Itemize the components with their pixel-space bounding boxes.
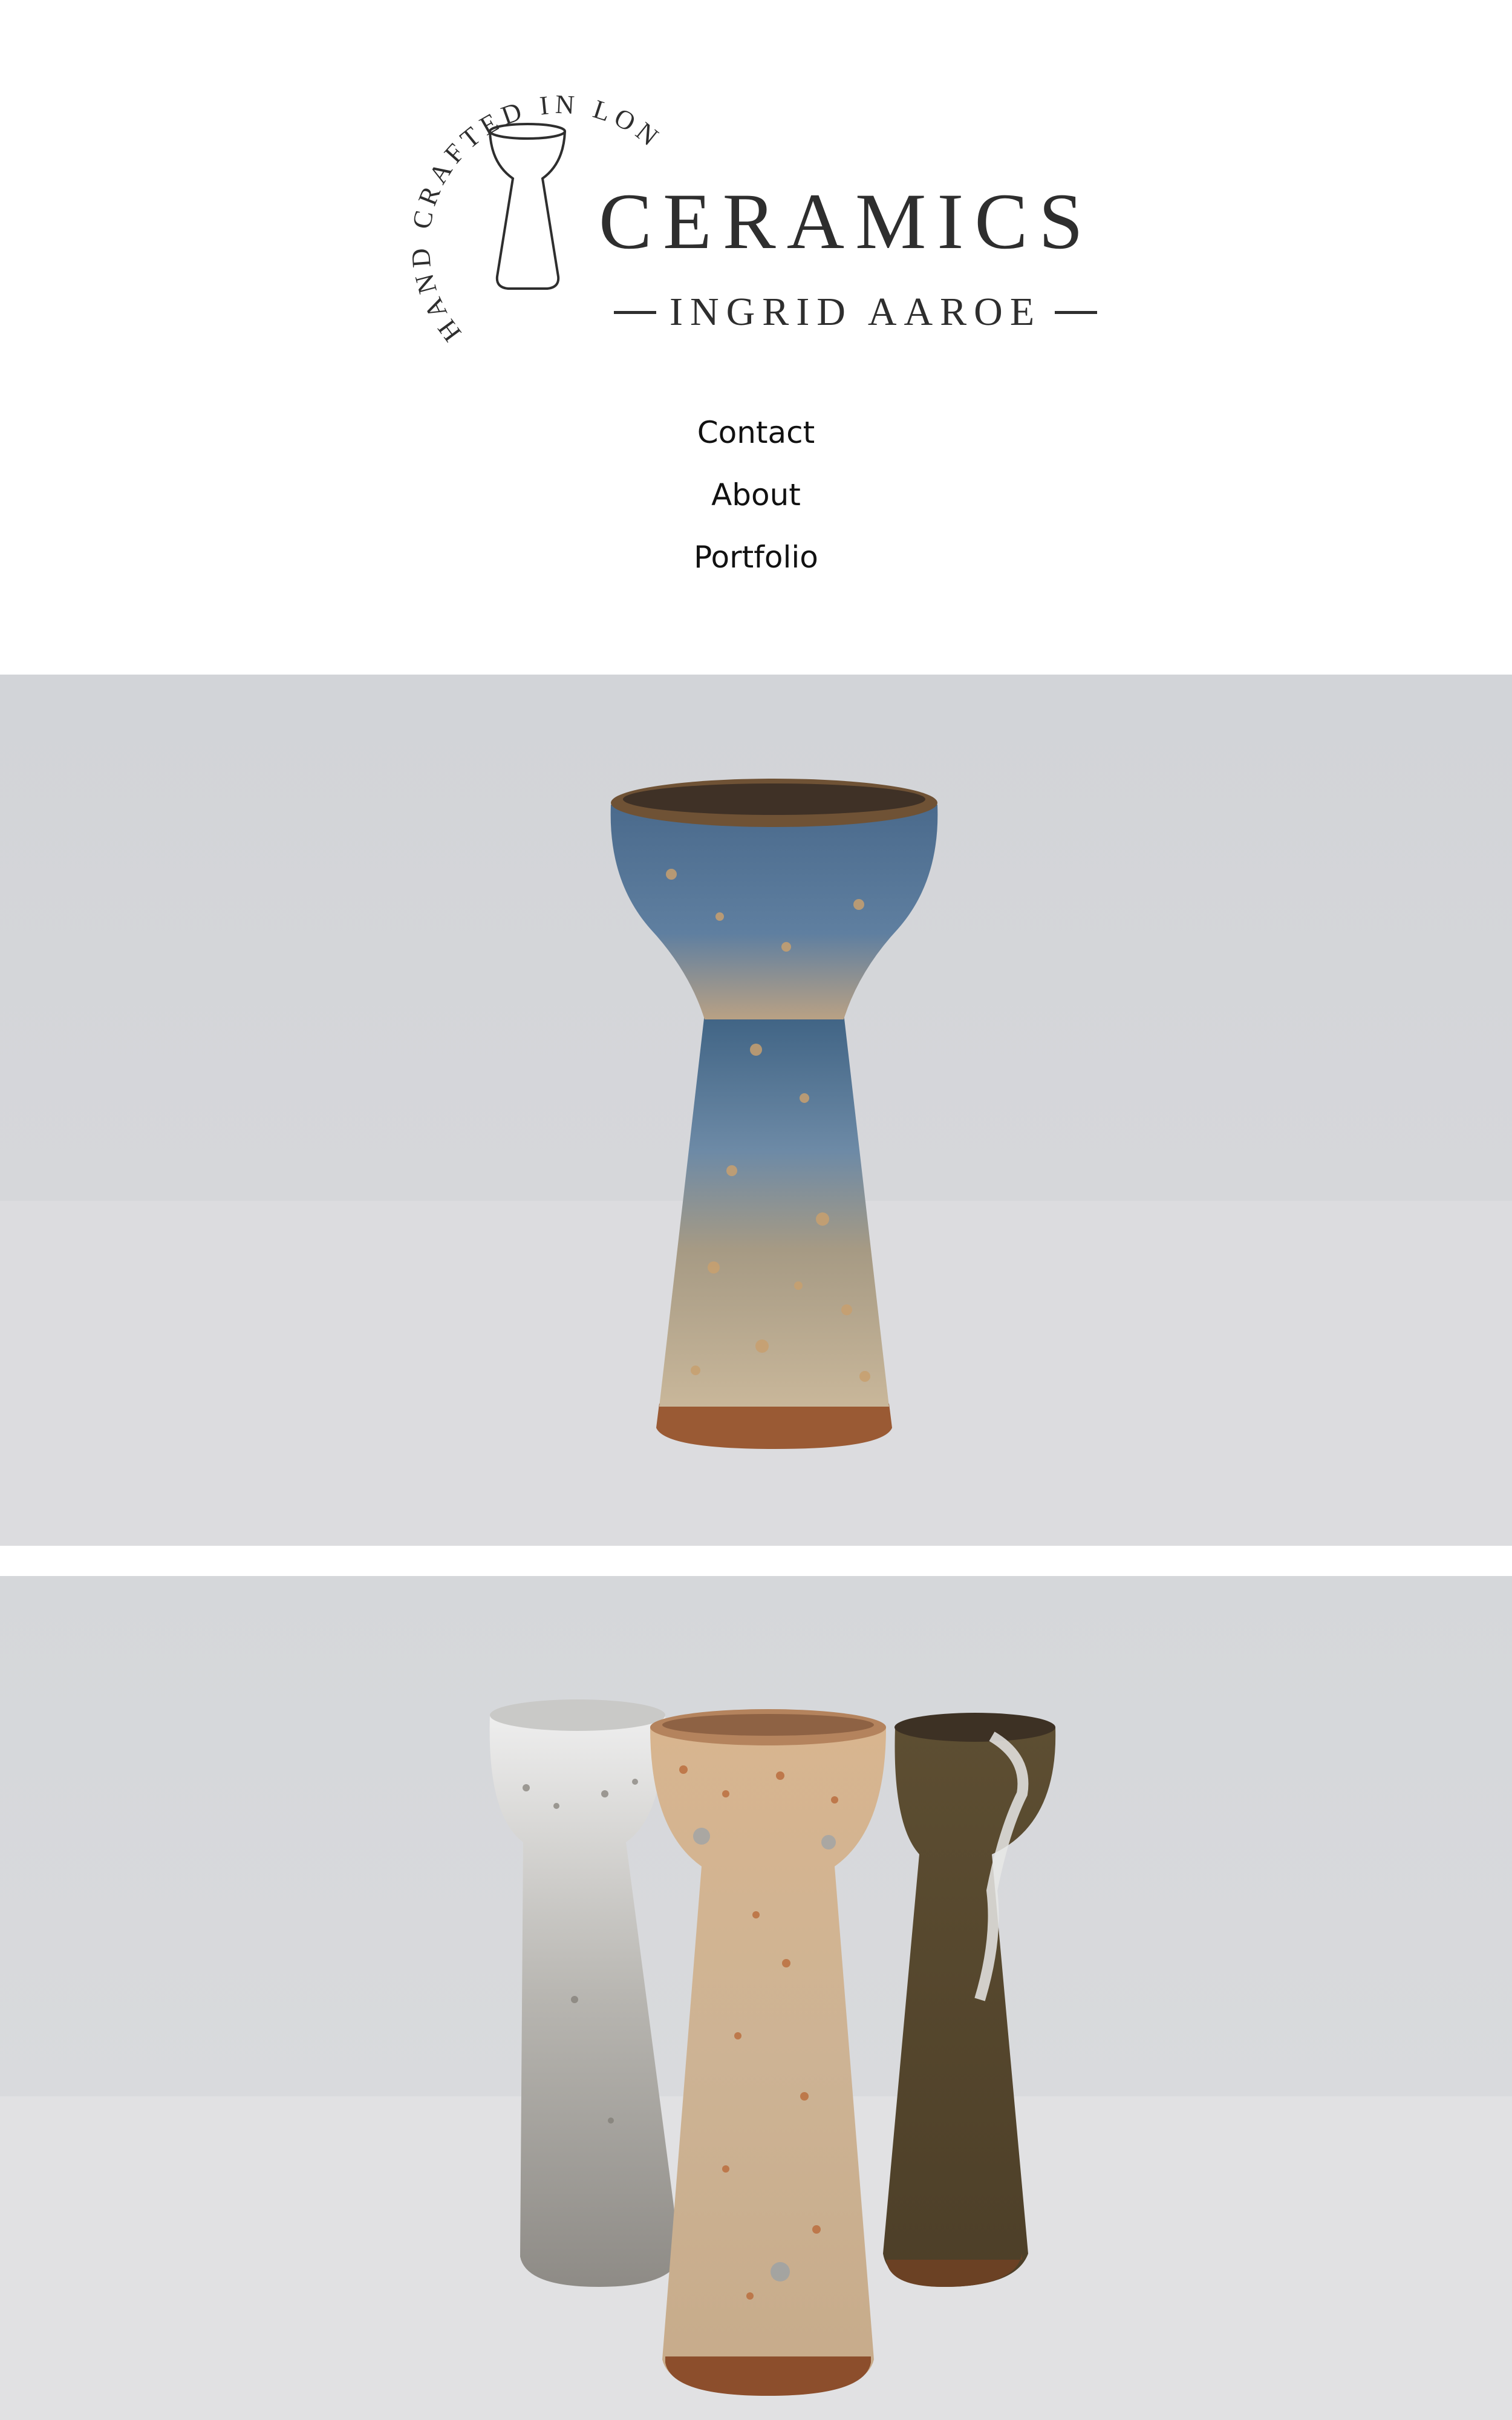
goblet-icon bbox=[489, 123, 566, 290]
brand-logo[interactable]: HAND CRAFTED IN LONDON CERAMICS INGRID A… bbox=[375, 57, 1137, 354]
logo-title: CERAMICS bbox=[599, 177, 1094, 266]
main-nav: Contact About Portfolio bbox=[0, 417, 1512, 604]
divider bbox=[1055, 310, 1098, 314]
nav-link-contact[interactable]: Contact bbox=[697, 417, 815, 480]
logo-subtitle-text: INGRID AAROE bbox=[670, 290, 1042, 334]
logo-subtitle: INGRID AAROE bbox=[614, 290, 1098, 334]
nav-link-portfolio[interactable]: Portfolio bbox=[694, 542, 818, 604]
product-photo-2[interactable] bbox=[0, 1576, 1512, 2420]
site-header: HAND CRAFTED IN LONDON CERAMICS INGRID A… bbox=[0, 0, 1512, 675]
divider bbox=[614, 310, 656, 314]
product-photo-1[interactable] bbox=[0, 675, 1512, 1546]
nav-link-about[interactable]: About bbox=[711, 480, 801, 542]
